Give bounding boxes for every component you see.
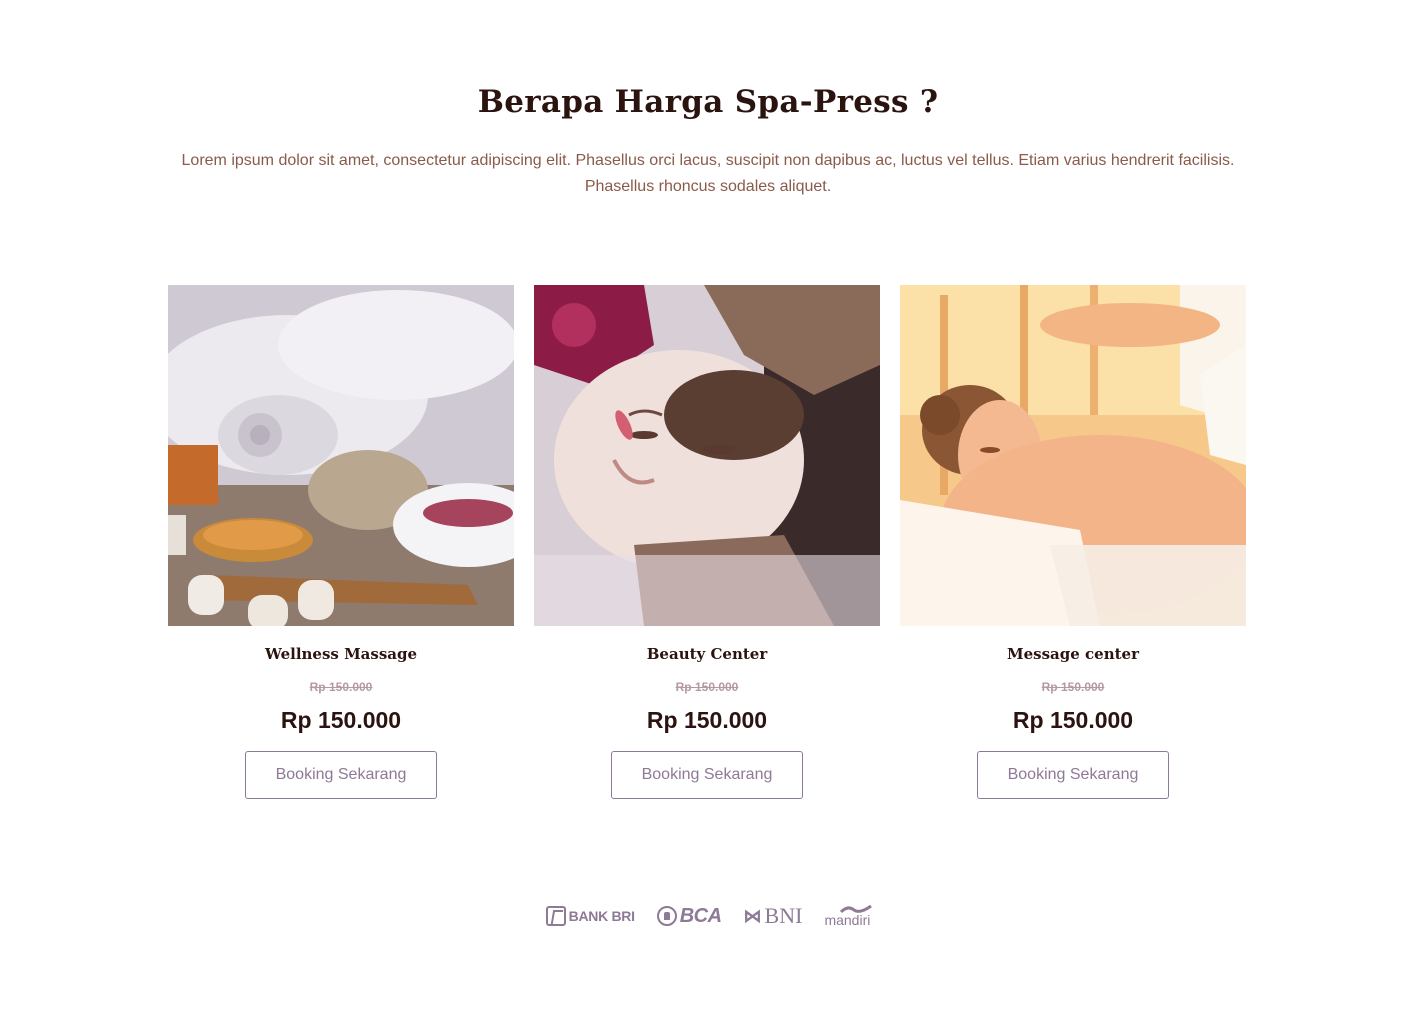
- pricing-card-wellness-massage: Wellness Massage Rp 150.000 Rp 150.000 B…: [168, 285, 514, 799]
- pricing-cards: Wellness Massage Rp 150.000 Rp 150.000 B…: [168, 285, 1248, 799]
- section-title: Berapa Harga Spa-Press ?: [477, 84, 939, 120]
- pricing-card-beauty-center: Beauty Center Rp 150.000 Rp 150.000 Book…: [534, 285, 880, 799]
- beauty-center-image: [534, 285, 880, 626]
- current-price: Rp 150.000: [280, 707, 402, 733]
- pricing-section: Berapa Harga Spa-Press ? Lorem ipsum dol…: [0, 0, 1416, 1012]
- booking-button[interactable]: Booking Sekarang: [611, 751, 803, 799]
- old-price: Rp 150.000: [309, 680, 373, 694]
- bni-icon: ⋈: [743, 905, 762, 926]
- message-center-image: [900, 285, 1246, 626]
- bank-bni-logo: ⋈ BNI: [744, 902, 803, 930]
- booking-button[interactable]: Booking Sekarang: [977, 751, 1169, 799]
- mandiri-wave-icon: [840, 904, 873, 914]
- bank-mandiri-logo: mandiri: [824, 902, 873, 930]
- current-price: Rp 150.000: [646, 707, 768, 733]
- service-name: Beauty Center: [646, 645, 768, 663]
- bank-bri-logo: BANK BRI: [545, 902, 635, 930]
- booking-button[interactable]: Booking Sekarang: [245, 751, 437, 799]
- bank-bni-label: BNI: [764, 903, 803, 928]
- service-name: Message center: [1007, 645, 1139, 663]
- old-price: Rp 150.000: [1041, 680, 1105, 694]
- bank-mandiri-label: mandiri: [824, 912, 871, 928]
- section-description: Lorem ipsum dolor sit amet, consectetur …: [181, 152, 1235, 195]
- bank-bri-label: BANK BRI: [568, 908, 635, 924]
- wellness-massage-image: [168, 285, 514, 626]
- old-price: Rp 150.000: [675, 680, 739, 694]
- service-name: Wellness Massage: [264, 645, 418, 663]
- current-price: Rp 150.000: [1012, 707, 1134, 733]
- bca-icon: [656, 906, 677, 926]
- bri-icon: [545, 906, 566, 926]
- payment-bank-logos: BANK BRI BCA ⋈ BNI mandiri: [0, 902, 1416, 930]
- bank-bca-logo: BCA: [656, 902, 722, 930]
- bank-bca-label: BCA: [679, 904, 722, 927]
- pricing-card-message-center: Message center Rp 150.000 Rp 150.000 Boo…: [900, 285, 1246, 799]
